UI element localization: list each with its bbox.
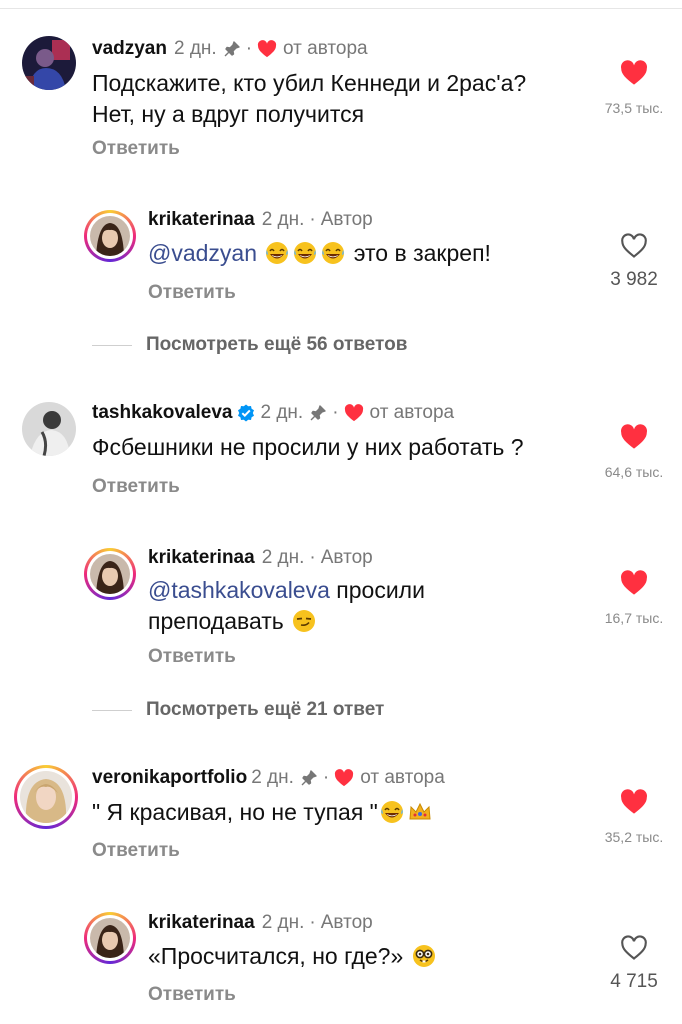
top-divider bbox=[0, 8, 682, 9]
comment-text-line: просили bbox=[336, 577, 425, 603]
username[interactable]: krikaterinaa bbox=[148, 209, 255, 231]
mention-link[interactable]: @tashkakovaleva bbox=[148, 577, 330, 603]
separator: · bbox=[245, 38, 253, 59]
separator: · bbox=[309, 912, 316, 933]
reply-button[interactable]: Ответить bbox=[148, 984, 236, 1006]
comment-text-line: " Я красивая, но не тупая " bbox=[92, 799, 378, 825]
like-button[interactable]: 3 982 bbox=[594, 233, 674, 291]
tears-of-joy-emoji bbox=[380, 800, 404, 824]
separator: · bbox=[332, 402, 339, 423]
heart-filled-icon[interactable] bbox=[594, 60, 674, 86]
smirk-emoji bbox=[292, 609, 316, 633]
tears-of-joy-emoji bbox=[321, 241, 345, 265]
comment-text: Фсбешники не просили у них работать ? bbox=[92, 434, 524, 460]
tears-of-joy-emoji bbox=[293, 241, 317, 265]
like-count: 16,7 тыс. bbox=[604, 610, 664, 626]
author-badge: Автор bbox=[320, 547, 373, 568]
heart-filled-icon[interactable] bbox=[594, 789, 674, 815]
divider-dash bbox=[92, 344, 132, 346]
heart-outline-icon[interactable] bbox=[594, 935, 674, 961]
comment-meta: krikaterinaa 2 дн. · Автор bbox=[148, 209, 373, 231]
view-more-replies[interactable]: Посмотреть ещё 21 ответ bbox=[92, 699, 384, 721]
comment-text-line: Подскажите, кто убил Кеннеди и 2рас'а? bbox=[92, 70, 527, 96]
view-more-replies-label[interactable]: Посмотреть ещё 21 ответ bbox=[146, 699, 384, 721]
tears-of-joy-emoji bbox=[265, 241, 289, 265]
avatar[interactable] bbox=[84, 210, 136, 262]
reply-button[interactable]: Ответить bbox=[92, 138, 180, 160]
avatar[interactable] bbox=[84, 912, 136, 964]
divider-dash bbox=[92, 709, 132, 711]
crown-emoji bbox=[408, 800, 432, 824]
reply-button[interactable]: Ответить bbox=[148, 282, 236, 304]
view-more-replies[interactable]: Посмотреть ещё 56 ответов bbox=[92, 334, 407, 356]
timestamp: 2 дн. bbox=[261, 209, 305, 230]
author-liked-label: от автора bbox=[360, 767, 445, 788]
comment-text-line: «Просчитался, но где?» bbox=[148, 943, 404, 969]
comment-text-rest: это в закреп! bbox=[353, 240, 491, 266]
timestamp: 2 дн. bbox=[261, 547, 305, 568]
author-badge: Автор bbox=[320, 209, 373, 230]
avatar[interactable] bbox=[22, 402, 76, 456]
like-count: 4 715 bbox=[610, 971, 658, 992]
like-button[interactable]: 64,6 тыс. bbox=[594, 424, 674, 480]
heart-outline-icon[interactable] bbox=[594, 233, 674, 259]
author-liked-label: от автора bbox=[283, 38, 368, 59]
reply-button[interactable]: Ответить bbox=[92, 476, 180, 498]
verified-badge-icon bbox=[237, 404, 255, 422]
pin-icon bbox=[309, 404, 327, 422]
avatar[interactable] bbox=[22, 36, 76, 90]
username[interactable]: krikaterinaa bbox=[148, 547, 255, 569]
comment-meta: veronikaportfolio 2 дн. · от автора bbox=[92, 767, 445, 789]
comment-text-line: Нет, ну а вдруг получится bbox=[92, 101, 365, 127]
author-liked-heart-icon bbox=[257, 40, 277, 58]
pin-icon bbox=[223, 40, 241, 58]
comment-meta: vadzyan 2 дн. · от автора bbox=[92, 38, 368, 60]
separator: · bbox=[322, 767, 330, 788]
comment-meta: tashkakovaleva 2 дн. · от автора bbox=[92, 402, 454, 424]
mention-link[interactable]: @vadzyan bbox=[148, 240, 257, 266]
like-button[interactable]: 73,5 тыс. bbox=[594, 60, 674, 116]
like-button[interactable]: 35,2 тыс. bbox=[594, 789, 674, 845]
author-liked-heart-icon bbox=[344, 404, 364, 422]
separator: · bbox=[309, 547, 316, 568]
username[interactable]: veronikaportfolio bbox=[92, 767, 247, 789]
like-count: 35,2 тыс. bbox=[604, 829, 664, 845]
comment-text-line: преподавать bbox=[148, 608, 284, 634]
timestamp: 2 дн. bbox=[260, 402, 304, 423]
pin-icon bbox=[300, 769, 318, 787]
like-button[interactable]: 16,7 тыс. bbox=[594, 570, 674, 626]
comment-text: @tashkakovaleva просили преподавать bbox=[148, 575, 425, 637]
comment-text: Подскажите, кто убил Кеннеди и 2рас'а? Н… bbox=[92, 68, 526, 130]
timestamp: 2 дн. bbox=[173, 38, 217, 59]
heart-filled-icon[interactable] bbox=[594, 424, 674, 450]
comment-meta: krikaterinaa 2 дн. · Автор bbox=[148, 547, 373, 569]
like-count: 64,6 тыс. bbox=[604, 464, 664, 480]
username[interactable]: tashkakovaleva bbox=[92, 402, 233, 424]
author-badge: Автор bbox=[320, 912, 373, 933]
username[interactable]: krikaterinaa bbox=[148, 912, 255, 934]
comment-meta: krikaterinaa 2 дн. · Автор bbox=[148, 912, 373, 934]
avatar[interactable] bbox=[14, 765, 78, 829]
username[interactable]: vadzyan bbox=[92, 38, 167, 60]
nerd-face-emoji bbox=[412, 944, 436, 968]
view-more-replies-label[interactable]: Посмотреть ещё 56 ответов bbox=[146, 334, 407, 356]
heart-filled-icon[interactable] bbox=[594, 570, 674, 596]
timestamp: 2 дн. bbox=[251, 767, 294, 788]
like-count: 73,5 тыс. bbox=[604, 100, 664, 116]
author-liked-heart-icon bbox=[334, 769, 354, 787]
author-liked-label: от автора bbox=[369, 402, 455, 423]
reply-button[interactable]: Ответить bbox=[92, 840, 180, 862]
avatar[interactable] bbox=[84, 548, 136, 600]
separator: · bbox=[309, 209, 316, 230]
comment-text: @vadzyan это в закреп! bbox=[148, 238, 491, 269]
like-button[interactable]: 4 715 bbox=[594, 935, 674, 993]
like-count: 3 982 bbox=[610, 269, 658, 290]
timestamp: 2 дн. bbox=[261, 912, 305, 933]
reply-button[interactable]: Ответить bbox=[148, 646, 236, 668]
comment-text: «Просчитался, но где?» bbox=[148, 941, 438, 972]
comment-text: " Я красивая, но не тупая " bbox=[92, 797, 434, 828]
